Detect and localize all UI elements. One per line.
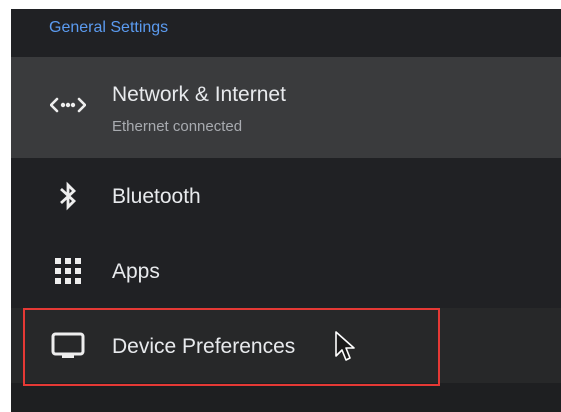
section-title: General Settings: [49, 19, 169, 36]
network-arrows-icon: [49, 89, 87, 121]
mouse-pointer-icon: [334, 330, 358, 369]
highlight-box: [23, 308, 440, 386]
bluetooth-icon: [49, 180, 87, 212]
menu-item-network-internet[interactable]: Network & Internet Ethernet connected: [11, 57, 561, 158]
apps-grid-icon: [49, 255, 87, 287]
menu-item-bluetooth[interactable]: Bluetooth: [11, 158, 561, 233]
menu-item-title: Network & Internet: [112, 83, 286, 106]
section-header: General Settings: [11, 9, 561, 57]
menu-item-subtitle: Ethernet connected: [112, 118, 243, 135]
menu-item-apps[interactable]: Apps: [11, 233, 561, 308]
menu-item-title: Bluetooth: [112, 185, 201, 208]
menu-item-title: Apps: [112, 260, 160, 283]
